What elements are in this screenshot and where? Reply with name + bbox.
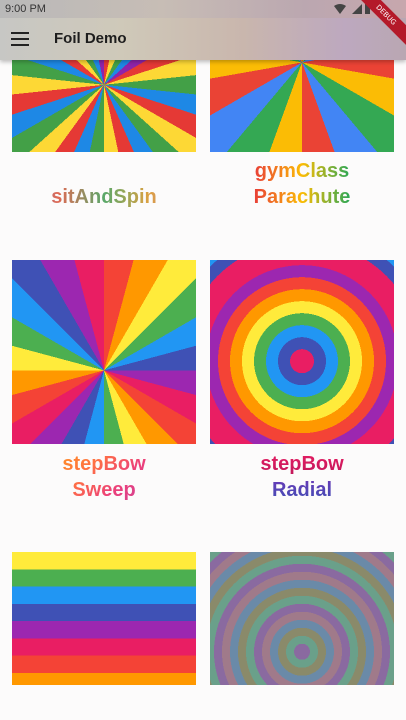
status-time: 9:00 PM	[5, 3, 46, 15]
label-line: stepBow	[62, 453, 146, 475]
step-bow-sweep-preview[interactable]	[12, 260, 196, 444]
stripes-preview[interactable]	[12, 552, 196, 685]
label-line: sitAndSpin	[51, 186, 157, 208]
app-title: Foil Demo	[54, 30, 127, 47]
sit-and-spin-label: sitAndSpin	[12, 184, 196, 210]
label-line: Parachute	[253, 186, 351, 208]
label-line: gymClass	[254, 160, 350, 182]
gym-class-parachute-label: gymClass Parachute	[210, 158, 394, 210]
step-bow-radial-preview[interactable]	[210, 260, 394, 444]
label-line: Sweep	[72, 479, 136, 501]
step-bow-radial-label: stepBow Radial	[210, 451, 394, 503]
faded-rings-preview[interactable]	[210, 552, 394, 685]
hamburger-menu-icon[interactable]	[11, 32, 29, 46]
app-bar: Foil Demo	[0, 18, 406, 60]
label-line: Radial	[271, 479, 333, 501]
step-bow-sweep-label: stepBow Sweep	[12, 451, 196, 503]
status-bar: 9:00 PM	[0, 0, 406, 18]
label-line: stepBow	[260, 453, 344, 475]
